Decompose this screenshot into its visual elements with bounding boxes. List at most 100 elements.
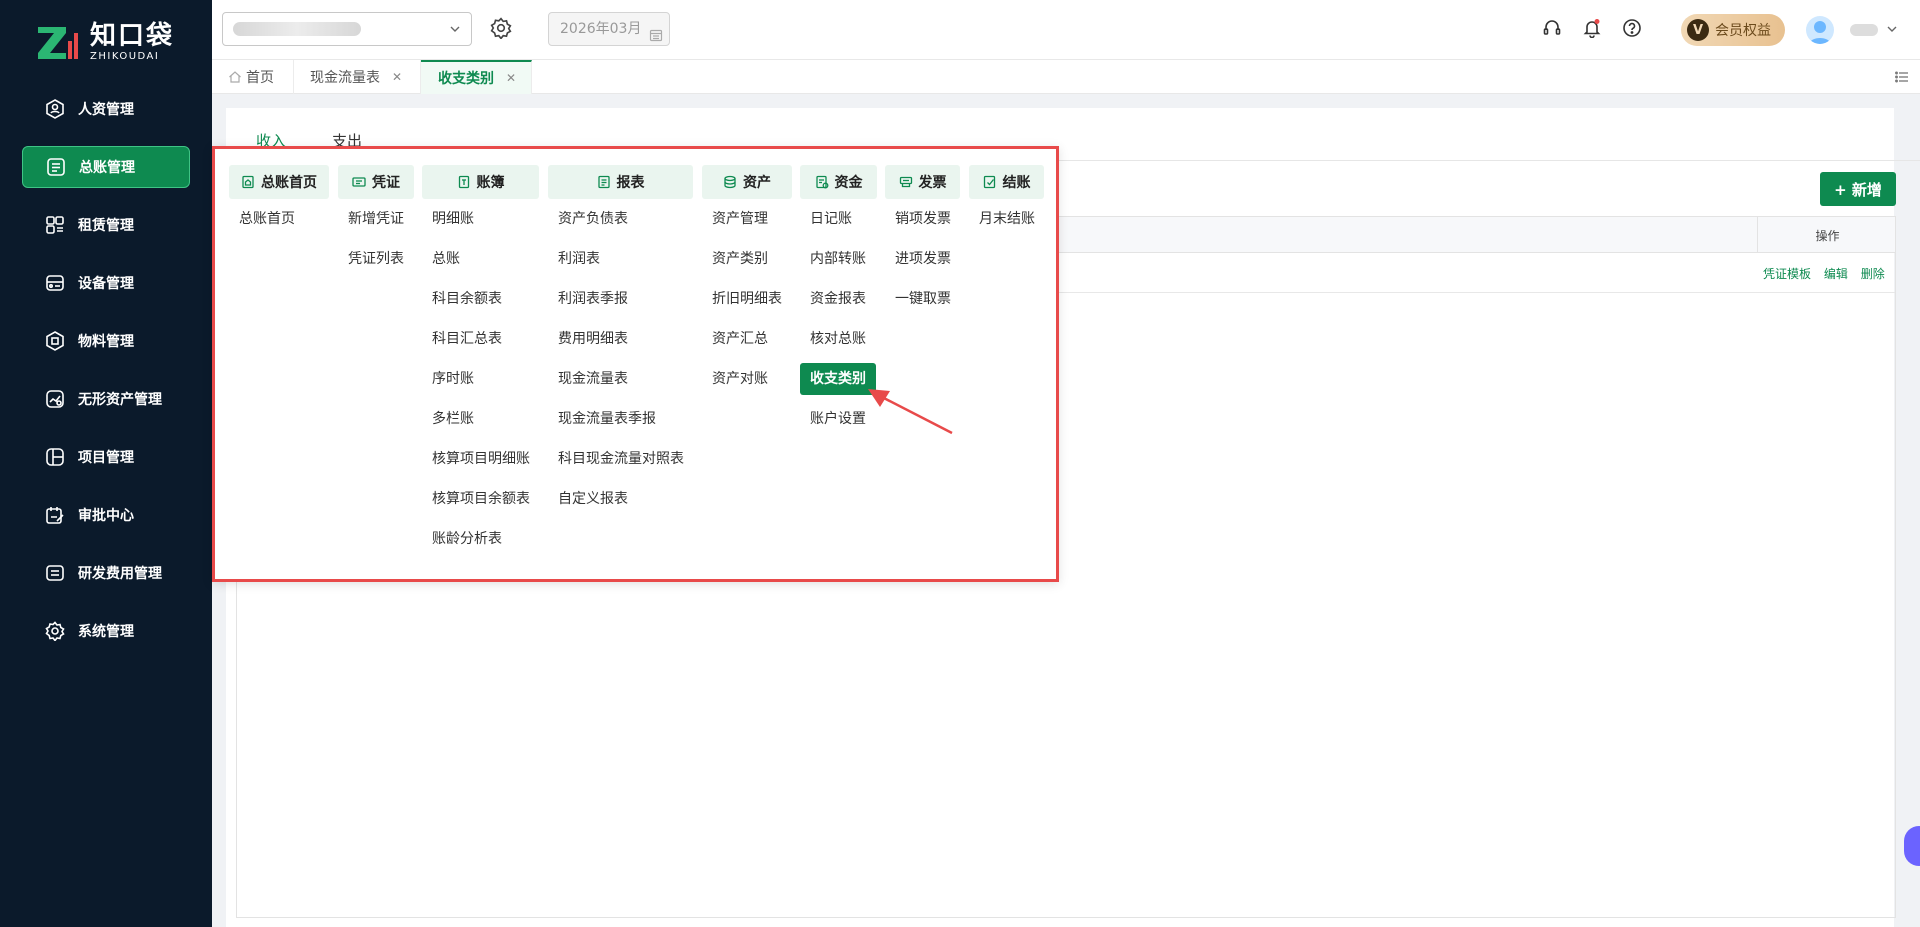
headset-icon[interactable] (1542, 18, 1566, 42)
menu-item[interactable]: 多栏账 (422, 399, 539, 439)
menu-item[interactable]: 资产对账 (702, 359, 792, 399)
settings-gear-icon[interactable] (490, 17, 516, 43)
menu-column-title: 凭证 (372, 175, 400, 191)
report-icon (597, 175, 611, 189)
sidebar-item-intangible[interactable]: 无形资产管理 (22, 378, 190, 420)
menu-column-closing: 结账 月末结账 (969, 165, 1044, 239)
sidebar-item-label: 无形资产管理 (78, 392, 162, 408)
tab-home[interactable]: 首页 (212, 60, 294, 94)
menu-column-reports: 报表 资产负债表 利润表 利润表季报 费用明细表 现金流量表 现金流量表季报 科… (548, 165, 693, 519)
menu-item[interactable]: 利润表季报 (548, 279, 693, 319)
sidebar-item-system[interactable]: 系统管理 (22, 610, 190, 652)
menu-item[interactable]: 现金流量表季报 (548, 399, 693, 439)
annotation-arrow-icon (868, 389, 953, 435)
menu-item[interactable]: 利润表 (548, 239, 693, 279)
menu-item[interactable]: 资产管理 (702, 199, 792, 239)
column-header-actions: 操作 (1757, 217, 1897, 253)
menu-item[interactable]: 总账首页 (229, 199, 329, 239)
avatar[interactable] (1806, 16, 1834, 44)
ledger-mega-menu: 总账首页 总账首页 凭证 新增凭证 凭证列表 账簿 明细账 总账 科目余额表 科… (212, 146, 1059, 582)
sidebar-item-rd-cost[interactable]: 研发费用管理 (22, 552, 190, 594)
close-icon[interactable]: ✕ (506, 71, 516, 85)
top-bar: 2026年03月 V 会员权益 (212, 0, 1920, 60)
help-icon[interactable] (1622, 18, 1646, 42)
menu-item[interactable]: 核算项目明细账 (422, 439, 539, 479)
menu-item[interactable]: 自定义报表 (548, 479, 693, 519)
menu-column-voucher: 凭证 新增凭证 凭证列表 (338, 165, 414, 279)
tab-cash-flow[interactable]: 现金流量表 ✕ (294, 60, 421, 94)
bell-icon[interactable] (1582, 18, 1606, 42)
menu-item[interactable]: 科目余额表 (422, 279, 539, 319)
logo[interactable]: 知口袋 ZHIKOUDAI (36, 22, 174, 64)
menu-column-invoices: 发票 销项发票 进项发票 一键取票 (885, 165, 960, 319)
company-select[interactable] (222, 12, 472, 46)
menu-column-title: 结账 (1002, 175, 1031, 191)
menu-item[interactable]: 月末结账 (969, 199, 1044, 239)
menu-item[interactable]: 总账 (422, 239, 539, 279)
invoice-icon (899, 175, 913, 189)
sidebar-item-lease[interactable]: 租赁管理 (22, 204, 190, 246)
sidebar: 知口袋 ZHIKOUDAI 人资管理 总账管理 租赁管理 设备管理 物料管理 无… (0, 0, 212, 927)
sidebar-item-hr[interactable]: 人资管理 (22, 88, 190, 130)
menu-item[interactable]: 折旧明细表 (702, 279, 792, 319)
chevron-down-icon[interactable] (1886, 23, 1898, 39)
menu-item[interactable]: 现金流量表 (548, 359, 693, 399)
tab-label: 现金流量表 (310, 70, 380, 86)
close-book-icon (983, 175, 997, 189)
menu-item[interactable]: 进项发票 (885, 239, 960, 279)
period-date-input[interactable]: 2026年03月 (548, 12, 670, 46)
menu-item[interactable]: 销项发票 (885, 199, 960, 239)
tab-income-expense-category[interactable]: 收支类别 ✕ (421, 60, 532, 94)
gear-icon (44, 620, 66, 642)
vip-badge-icon: V (1687, 19, 1709, 41)
vip-benefits-button[interactable]: V 会员权益 (1681, 14, 1785, 46)
menu-item[interactable]: 科目现金流量对照表 (548, 439, 693, 479)
list-menu-icon[interactable] (1894, 69, 1910, 89)
menu-item[interactable]: 新增凭证 (338, 199, 414, 239)
sidebar-item-label: 系统管理 (78, 624, 134, 640)
tab-bar: 首页 现金流量表 ✕ 收支类别 ✕ (212, 60, 1920, 94)
sidebar-item-project[interactable]: 项目管理 (22, 436, 190, 478)
sidebar-item-label: 总账管理 (79, 160, 135, 176)
chat-bubble-icon[interactable] (1904, 826, 1920, 866)
menu-item[interactable]: 核算项目余额表 (422, 479, 539, 519)
menu-item[interactable]: 资产类别 (702, 239, 792, 279)
menu-item[interactable]: 明细账 (422, 199, 539, 239)
menu-item[interactable]: 账龄分析表 (422, 519, 539, 559)
menu-item[interactable]: 日记账 (800, 199, 877, 239)
delete-link[interactable]: 删除 (1861, 267, 1885, 281)
chevron-down-icon (449, 23, 461, 39)
fund-icon (815, 175, 829, 189)
add-button[interactable]: + 新增 (1820, 172, 1896, 206)
sidebar-item-material[interactable]: 物料管理 (22, 320, 190, 362)
menu-column-ledger-home: 总账首页 总账首页 (229, 165, 329, 239)
menu-item[interactable]: 凭证列表 (338, 239, 414, 279)
menu-item[interactable]: 一键取票 (885, 279, 960, 319)
menu-item[interactable]: 科目汇总表 (422, 319, 539, 359)
menu-item[interactable]: 资金报表 (800, 279, 877, 319)
sidebar-item-device[interactable]: 设备管理 (22, 262, 190, 304)
menu-item[interactable]: 资产汇总 (702, 319, 792, 359)
menu-column-header: 结账 (969, 165, 1044, 199)
username-blurred[interactable] (1850, 24, 1878, 36)
menu-item[interactable]: 内部转账 (800, 239, 877, 279)
menu-item[interactable]: 序时账 (422, 359, 539, 399)
menu-column-title: 发票 (918, 175, 947, 191)
menu-item[interactable]: 核对总账 (800, 319, 877, 359)
sidebar-item-approval[interactable]: 审批中心 (22, 494, 190, 536)
menu-column-header: 资产 (702, 165, 792, 199)
edit-link[interactable]: 编辑 (1824, 267, 1848, 281)
sidebar-item-label: 项目管理 (78, 450, 134, 466)
calendar-icon (649, 22, 663, 54)
voucher-template-link[interactable]: 凭证模板 (1763, 267, 1811, 281)
sidebar-item-label: 租赁管理 (78, 218, 134, 234)
tab-label: 首页 (246, 70, 274, 86)
logo-mark-icon (36, 23, 82, 63)
sidebar-item-general-ledger[interactable]: 总账管理 (22, 146, 190, 188)
company-name-blurred (233, 22, 361, 36)
menu-column-title: 账簿 (476, 175, 505, 191)
approval-icon (44, 504, 66, 526)
menu-item[interactable]: 资产负债表 (548, 199, 693, 239)
menu-item[interactable]: 费用明细表 (548, 319, 693, 359)
close-icon[interactable]: ✕ (392, 70, 402, 84)
